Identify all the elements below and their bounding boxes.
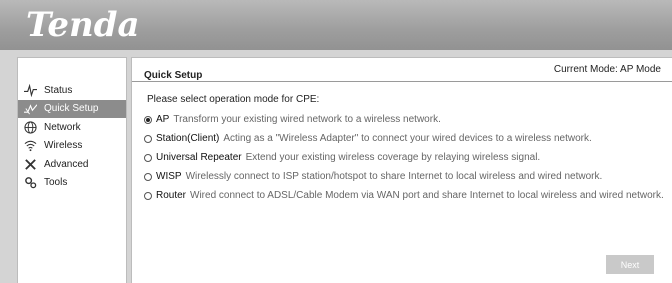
page-title: Quick Setup: [144, 70, 203, 81]
sidebar-item-quick-setup[interactable]: Quick Setup: [18, 99, 126, 118]
next-button[interactable]: Next: [606, 255, 654, 274]
radio-station[interactable]: [144, 134, 152, 143]
wifi-icon: [23, 139, 37, 153]
option-name: Router: [156, 190, 187, 201]
option-name: Station(Client): [156, 133, 220, 144]
option-name: AP: [156, 114, 170, 125]
radio-router[interactable]: [144, 191, 152, 200]
sidebar-item-label: Wireless: [44, 140, 83, 152]
option-wisp[interactable]: WISP Wirelessly connect to ISP station/h…: [144, 171, 602, 182]
sidebar-item-status[interactable]: Status: [18, 81, 126, 100]
radio-ap[interactable]: [144, 115, 152, 124]
pulse-icon: [23, 83, 37, 97]
gears-icon: [23, 176, 37, 190]
header-bar: Tenda: [0, 0, 672, 50]
current-mode-text: Current Mode: AP Mode: [553, 64, 661, 75]
radio-wisp[interactable]: [144, 172, 152, 181]
option-desc: Transform your existing wired network to…: [173, 114, 441, 125]
title-row: Quick Setup Current Mode: AP Mode: [132, 58, 672, 82]
option-universal-repeater[interactable]: Universal Repeater Extend your existing …: [144, 152, 540, 163]
sidebar-item-label: Tools: [44, 177, 68, 189]
option-ap[interactable]: AP Transform your existing wired network…: [144, 114, 441, 125]
quick-setup-icon: [23, 102, 37, 116]
mode-prompt: Please select operation mode for CPE:: [147, 94, 320, 105]
main-panel: Quick Setup Current Mode: AP Mode Please…: [131, 57, 672, 283]
sidebar-item-tools[interactable]: Tools: [18, 174, 126, 193]
option-router[interactable]: Router Wired connect to ADSL/Cable Modem…: [144, 190, 664, 201]
sidebar-item-label: Advanced: [44, 158, 89, 170]
tenda-logo: Tenda: [26, 5, 140, 45]
tools-cross-icon: [23, 157, 37, 171]
option-name: Universal Repeater: [156, 152, 242, 163]
option-desc: Acting as a "Wireless Adapter" to connec…: [223, 133, 592, 144]
sidebar-item-label: Status: [44, 84, 73, 96]
option-desc: Wirelessly connect to ISP station/hotspo…: [185, 171, 603, 182]
globe-icon: [23, 120, 37, 134]
option-desc: Extend your existing wireless coverage b…: [245, 152, 541, 163]
sidebar-item-network[interactable]: Network: [18, 118, 126, 137]
sidebar-item-label: Quick Setup: [44, 103, 99, 115]
option-name: WISP: [156, 171, 182, 182]
sidebar-item-advanced[interactable]: Advanced: [18, 155, 126, 174]
sidebar-item-label: Network: [44, 121, 81, 133]
sidebar: Status Quick Setup Network Wireless Adva…: [17, 57, 127, 283]
option-station[interactable]: Station(Client) Acting as a "Wireless Ad…: [144, 133, 592, 144]
sidebar-item-wireless[interactable]: Wireless: [18, 137, 126, 156]
option-desc: Wired connect to ADSL/Cable Modem via WA…: [190, 190, 664, 201]
radio-universal-repeater[interactable]: [144, 153, 152, 162]
